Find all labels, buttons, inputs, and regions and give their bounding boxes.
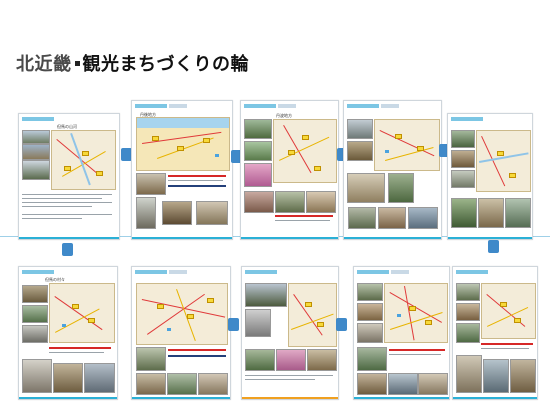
photo xyxy=(22,305,48,323)
connector-icon xyxy=(62,243,73,256)
page-tag xyxy=(451,117,483,121)
area-map xyxy=(49,283,115,343)
photo xyxy=(22,130,50,144)
guide-page-5[interactable] xyxy=(447,113,533,240)
photo xyxy=(357,373,387,395)
photo xyxy=(456,323,480,343)
photo xyxy=(275,191,305,213)
photo xyxy=(451,130,475,148)
photo xyxy=(357,283,383,301)
guide-page-4[interactable] xyxy=(343,100,442,240)
photo xyxy=(451,170,475,188)
connector-icon xyxy=(488,240,499,253)
connector-icon xyxy=(336,318,347,331)
photo xyxy=(307,349,337,371)
photo xyxy=(22,325,48,343)
photo xyxy=(388,373,418,395)
photo xyxy=(136,197,156,229)
photo xyxy=(136,373,166,395)
title-separator-icon xyxy=(74,61,80,66)
photo xyxy=(198,373,228,395)
area-map xyxy=(136,283,228,345)
photo xyxy=(306,191,336,213)
photo xyxy=(276,349,306,371)
page-tag xyxy=(22,117,54,121)
area-map xyxy=(288,283,337,347)
photo xyxy=(244,141,272,161)
title-prefix: 北近畿 xyxy=(16,54,72,75)
photo xyxy=(418,373,448,395)
photo xyxy=(388,173,414,203)
photo xyxy=(84,363,115,393)
title-main: 観光まちづくりの輪 xyxy=(82,54,249,75)
page-tag xyxy=(22,270,54,274)
photo xyxy=(347,141,373,161)
photo xyxy=(196,201,228,225)
photo xyxy=(244,191,274,213)
photo xyxy=(136,347,166,371)
page-tag xyxy=(456,270,488,274)
area-map xyxy=(476,130,531,192)
photo xyxy=(53,363,83,393)
guide-page-2[interactable]: 丹後地方 xyxy=(131,100,233,240)
photo xyxy=(167,373,197,395)
photo xyxy=(456,303,480,321)
photo xyxy=(245,309,271,337)
guide-page-10[interactable] xyxy=(452,266,538,400)
photo xyxy=(451,150,475,168)
area-map xyxy=(481,283,536,339)
page-tag xyxy=(347,104,379,108)
photo xyxy=(22,144,50,160)
connector-icon xyxy=(228,318,239,331)
photo xyxy=(357,323,383,343)
area-map xyxy=(51,130,116,190)
photo xyxy=(245,349,275,371)
page-tag xyxy=(244,104,276,108)
photo xyxy=(136,173,166,195)
photo xyxy=(505,198,531,228)
guide-page-8[interactable] xyxy=(241,266,339,400)
photo xyxy=(456,355,482,393)
photo xyxy=(347,119,373,139)
guide-page-6[interactable]: 但馬の村々 xyxy=(18,266,118,400)
area-map xyxy=(273,119,337,183)
photo xyxy=(22,359,52,393)
photo xyxy=(357,303,383,321)
page-tag xyxy=(245,270,277,274)
page-tag xyxy=(135,270,167,274)
page-tag xyxy=(135,104,167,108)
photo xyxy=(245,283,287,307)
guide-page-9[interactable] xyxy=(353,266,450,400)
photo xyxy=(162,201,192,225)
photo xyxy=(347,173,385,203)
photo xyxy=(244,119,272,139)
guide-page-1[interactable]: 但馬の山河 xyxy=(18,113,120,240)
area-map xyxy=(384,283,448,343)
photo xyxy=(478,198,504,228)
photo xyxy=(456,283,480,301)
slide-title: 北近畿 観光まちづくりの輪 xyxy=(16,50,249,76)
photo xyxy=(510,359,536,393)
photo xyxy=(408,207,438,229)
area-map xyxy=(374,119,440,171)
guide-page-3[interactable]: 丹波地方 xyxy=(240,100,339,240)
photo xyxy=(244,163,272,187)
page-tag xyxy=(357,270,389,274)
photo xyxy=(451,198,477,228)
photo xyxy=(357,347,387,371)
photo xyxy=(348,207,376,229)
photo xyxy=(378,207,406,229)
guide-page-7[interactable] xyxy=(131,266,231,400)
photo xyxy=(22,160,50,180)
photo xyxy=(22,285,48,303)
photo xyxy=(483,359,509,393)
area-map xyxy=(136,117,230,171)
